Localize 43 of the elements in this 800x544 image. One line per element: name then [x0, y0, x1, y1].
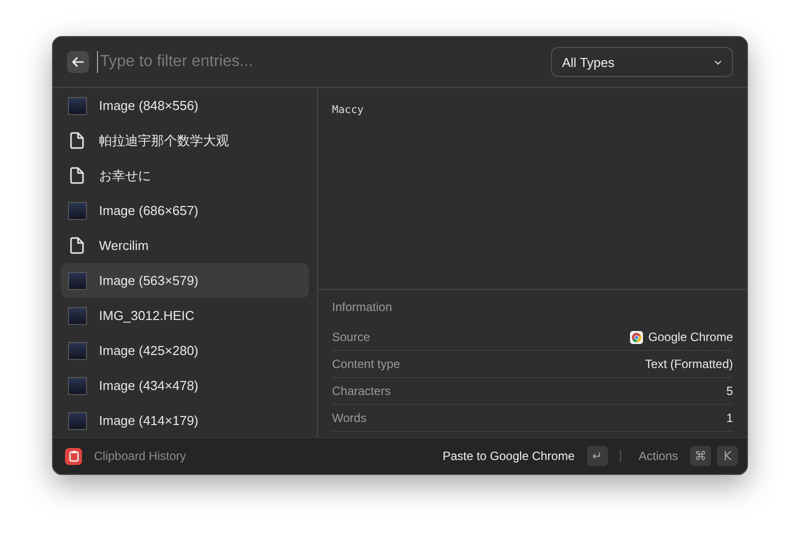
back-button[interactable]	[67, 51, 89, 73]
history-item[interactable]: Image (434×478)	[61, 368, 309, 403]
keyboard-key: ⌘	[690, 446, 711, 466]
clipboard-app-icon	[65, 448, 82, 464]
document-icon	[70, 237, 84, 254]
footer-title: Clipboard History	[94, 449, 186, 463]
image-thumbnail	[68, 376, 87, 394]
paste-action-button[interactable]: Paste to Google Chrome	[436, 449, 581, 463]
info-label: Words	[332, 411, 366, 425]
image-thumbnail	[68, 272, 87, 290]
image-thumbnail	[68, 306, 87, 324]
document-icon	[70, 167, 84, 184]
history-item[interactable]: 帕拉迪宇那个数学大观	[61, 123, 309, 158]
image-thumbnail	[68, 342, 87, 360]
info-label: Content type	[332, 357, 400, 371]
history-item[interactable]: Image (563×579)	[61, 263, 309, 298]
keyboard-key: ↵	[586, 446, 608, 466]
type-dropdown[interactable]: All Types	[551, 47, 733, 77]
info-value: Google Chrome	[648, 330, 733, 344]
info-value: 1	[726, 411, 733, 425]
keyboard-key: K	[717, 446, 738, 466]
browser-app-icon	[630, 330, 644, 344]
history-item[interactable]: Wercilim	[61, 228, 309, 263]
info-label: Characters	[332, 384, 391, 398]
history-item[interactable]: Image (414×179)	[61, 403, 309, 437]
document-icon	[70, 132, 84, 149]
history-item[interactable]: お幸せに	[61, 158, 309, 193]
image-thumbnail	[68, 412, 87, 430]
preview-text: Maccy	[332, 104, 364, 116]
back-arrow-icon	[72, 57, 84, 67]
image-thumbnail	[68, 202, 87, 220]
info-label: Source	[332, 330, 370, 344]
history-item[interactable]: Image (848×556)	[61, 88, 309, 123]
actions-button[interactable]: Actions	[632, 449, 684, 463]
info-value: 5	[726, 384, 733, 398]
search-field[interactable]: Type to filter entries...	[97, 51, 543, 73]
chevron-down-icon	[714, 60, 722, 64]
info-value: Text (Formatted)	[644, 357, 733, 371]
history-item[interactable]: Image (686×657)	[61, 193, 309, 228]
history-item[interactable]: Image (425×280)	[61, 333, 309, 368]
information-heading: Information	[332, 300, 394, 314]
history-item[interactable]: IMG_3012.HEIC	[61, 298, 309, 333]
image-thumbnail	[68, 96, 87, 114]
